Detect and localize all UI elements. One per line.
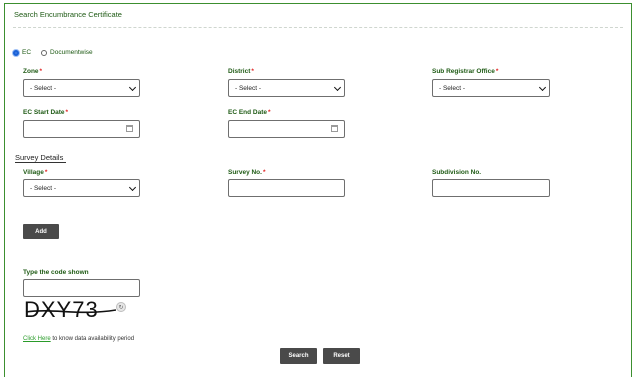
district-select[interactable]: - Select - (228, 79, 345, 97)
radio-ec-label[interactable]: EC (22, 49, 31, 56)
title-divider (13, 27, 623, 28)
village-select[interactable]: - Select - (23, 179, 140, 197)
captcha-input[interactable] (23, 279, 140, 297)
click-here-link[interactable]: Click Here (23, 336, 51, 342)
search-button[interactable]: Search (280, 348, 317, 364)
subdivision-input[interactable] (432, 179, 550, 197)
calendar-icon[interactable] (126, 125, 133, 132)
search-type-radio-group: EC Documentwise (13, 49, 103, 56)
ec-start-date-input[interactable] (23, 120, 140, 138)
chevron-down-icon (538, 83, 547, 92)
village-label: Village* (23, 169, 48, 176)
survey-details-underline (15, 162, 66, 163)
district-label: District* (228, 68, 254, 75)
subdivision-label: Subdivision No. (432, 169, 482, 176)
calendar-icon[interactable] (331, 125, 338, 132)
ec-end-label: EC End Date* (228, 109, 271, 116)
radio-documentwise-label[interactable]: Documentwise (50, 49, 93, 56)
survey-no-label: Survey No.* (228, 169, 266, 176)
captcha-image: DXY73 (24, 297, 116, 322)
chevron-down-icon (333, 83, 342, 92)
ec-start-label: EC Start Date* (23, 109, 69, 116)
reset-button[interactable]: Reset (323, 348, 360, 364)
chevron-down-icon (128, 183, 137, 192)
svg-text:DXY73: DXY73 (24, 297, 99, 322)
sro-label: Sub Registrar Office* (432, 68, 499, 75)
panel-title: Search Encumbrance Certificate (14, 10, 122, 19)
chevron-down-icon (128, 83, 137, 92)
zone-label: Zone* (23, 68, 43, 75)
ec-end-date-input[interactable] (228, 120, 345, 138)
refresh-icon[interactable]: ↻ (116, 302, 126, 312)
radio-documentwise[interactable] (41, 49, 48, 56)
sro-select[interactable]: - Select - (432, 79, 550, 97)
availability-note: Click Here to know data availability per… (23, 336, 135, 342)
add-button[interactable]: Add (23, 224, 59, 239)
zone-select[interactable]: - Select - (23, 79, 140, 97)
captcha-label: Type the code shown (23, 269, 89, 276)
survey-no-input[interactable] (228, 179, 345, 197)
survey-details-heading: Survey Details (15, 153, 64, 162)
radio-ec[interactable] (13, 49, 19, 56)
